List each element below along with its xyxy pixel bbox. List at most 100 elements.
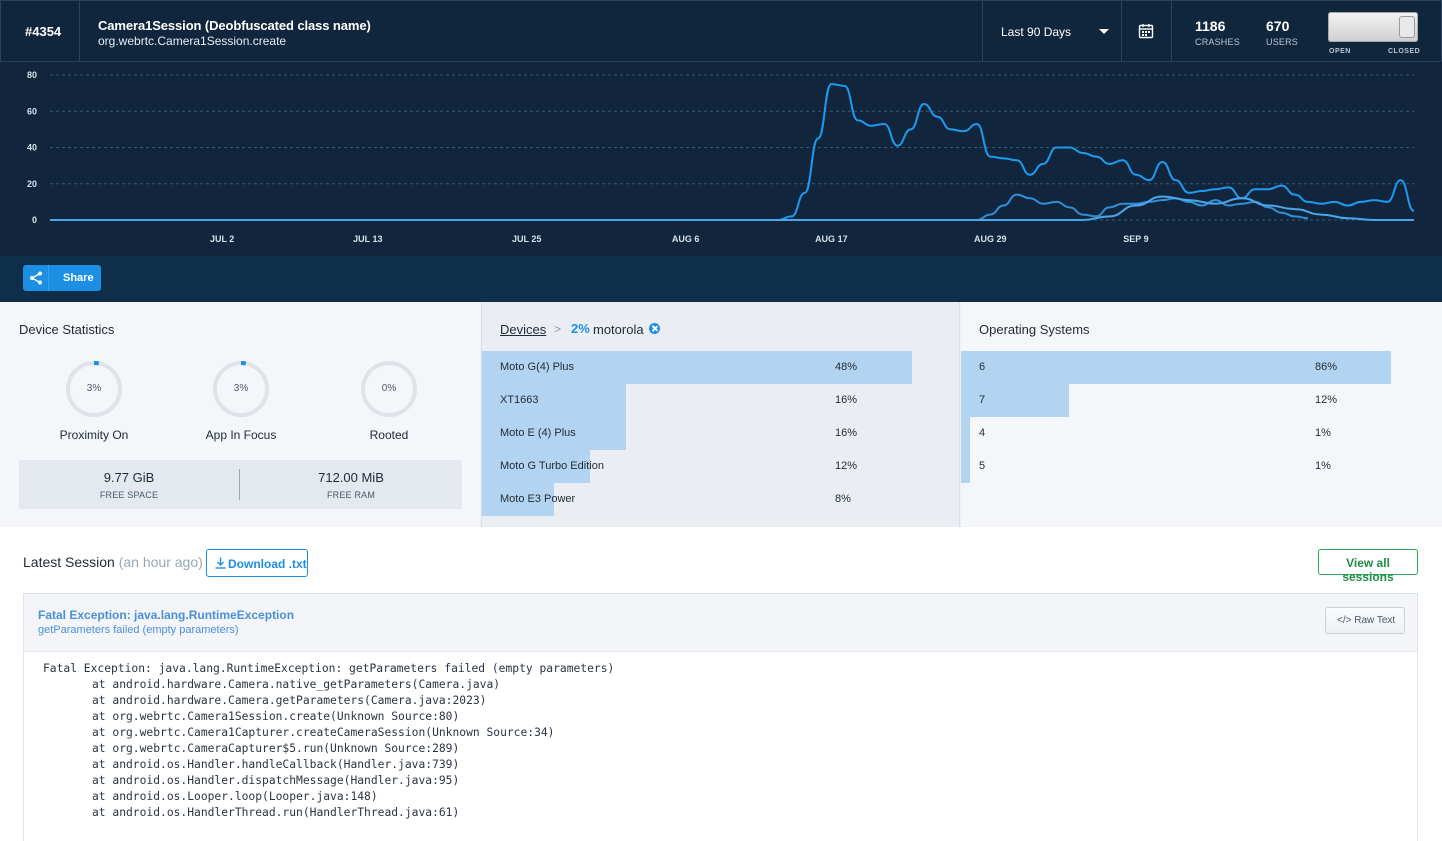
- os-row[interactable]: 7 12%: [961, 384, 1441, 417]
- device-row-pct: 48%: [835, 361, 858, 373]
- proximity-ring: 3%: [64, 359, 124, 419]
- device-row[interactable]: XT1663 16%: [482, 384, 962, 417]
- exception-subtitle: getParameters failed (empty parameters): [38, 624, 239, 636]
- x-tick-label: AUG 29: [974, 234, 1007, 244]
- share-label: Share: [63, 272, 94, 284]
- os-row-pct: 12%: [1315, 394, 1338, 406]
- memory-stats: 9.77 GiB FREE SPACE 712.00 MiB FREE RAM: [19, 460, 462, 509]
- download-txt-button[interactable]: Download .txt: [206, 549, 308, 577]
- stats-panels: Device Statistics 3% Proximity On 3% App…: [0, 302, 1442, 527]
- stack-line: at android.os.Looper.loop(Looper.java:14…: [92, 790, 378, 803]
- view-all-sessions-button[interactable]: View all sessions: [1318, 549, 1418, 584]
- crash-chart: 0 20 40 60 80 JUL 2 JUL 13 JUL 25 AUG 6 AUG 17 AUG…: [0, 62, 1442, 256]
- y-tick-label: 80: [27, 70, 37, 80]
- x-tick-label: JUL 13: [353, 234, 382, 244]
- exception-header: Fatal Exception: java.lang.RuntimeExcept…: [24, 594, 1417, 652]
- device-row-label: Moto G Turbo Edition: [500, 460, 604, 472]
- download-label: Download .txt: [228, 557, 307, 571]
- os-row-pct: 86%: [1315, 361, 1338, 373]
- share-button[interactable]: Share: [23, 265, 101, 291]
- series-line-1: [49, 83, 1415, 222]
- y-tick-label: 40: [27, 143, 37, 153]
- app-in-focus-ring: 3%: [211, 359, 271, 419]
- stack-line: at android.hardware.Camera.native_getPar…: [92, 678, 501, 691]
- devices-panel: Devices > 2% motorola Moto G(4) Plus 48% X…: [481, 302, 960, 527]
- raw-text-button[interactable]: </> Raw Text: [1325, 607, 1405, 634]
- latest-session-heading: Latest Session (an hour ago): [23, 554, 203, 570]
- os-row-label: 6: [979, 361, 986, 373]
- device-row-pct: 12%: [835, 460, 858, 472]
- date-range-label: Last 90 Days: [1001, 25, 1072, 39]
- stack-line: at android.hardware.Camera.getParameters…: [92, 694, 487, 707]
- filter-percentage: 2%: [571, 321, 590, 336]
- device-row[interactable]: Moto E3 Power 8%: [482, 483, 962, 516]
- latest-session-title: Latest Session: [23, 554, 115, 570]
- toggle-closed-label: CLOSED: [1388, 48, 1421, 55]
- y-tick-label: 60: [27, 106, 37, 116]
- device-statistics-title: Device Statistics: [19, 322, 115, 337]
- os-row-label: 5: [979, 460, 986, 472]
- chevron-down-icon: [1099, 29, 1109, 34]
- calendar-icon: [1138, 24, 1154, 39]
- issue-subtitle: org.webrtc.Camera1Session.create: [98, 34, 287, 48]
- users-count: 670: [1266, 18, 1290, 34]
- toggle-open-label: OPEN: [1329, 48, 1351, 55]
- device-row[interactable]: Moto E (4) Plus 16%: [482, 417, 962, 450]
- users-label: USERS: [1266, 37, 1299, 47]
- os-row-bar: [961, 384, 1069, 417]
- raw-text-label: </> Raw Text: [1337, 615, 1395, 626]
- os-row-pct: 1%: [1315, 427, 1331, 439]
- series-line-3: [49, 195, 1414, 222]
- y-tick-label: 20: [27, 179, 37, 189]
- device-row-pct: 8%: [835, 493, 851, 505]
- rooted-label: Rooted: [369, 428, 409, 442]
- x-tick-label: AUG 17: [815, 234, 848, 244]
- breadcrumb-separator: >: [554, 322, 562, 336]
- crash-chart-svg: 0 20 40 60 80 JUL 2 JUL 13 JUL 25 AUG 6 AUG 17 AUG…: [27, 70, 1415, 244]
- date-range-select[interactable]: Last 90 Days: [983, 1, 1121, 61]
- device-row[interactable]: Moto G(4) Plus 48%: [482, 351, 962, 384]
- issue-number: #4354: [25, 24, 62, 39]
- os-row[interactable]: 4 1%: [961, 417, 1441, 450]
- share-icon: [30, 271, 42, 285]
- close-icon[interactable]: [649, 323, 660, 334]
- free-ram-value: 712.00 MiB: [318, 470, 384, 485]
- app-in-focus-pct: 3%: [233, 383, 249, 394]
- free-space-label: FREE SPACE: [99, 490, 159, 500]
- breadcrumb-devices-link[interactable]: Devices: [500, 322, 546, 337]
- x-tick-label: JUL 25: [512, 234, 541, 244]
- os-row[interactable]: 5 1%: [961, 450, 1441, 483]
- os-row-pct: 1%: [1315, 460, 1331, 472]
- device-row-label: XT1663: [500, 394, 539, 406]
- x-tick-label: JUL 2: [210, 234, 234, 244]
- download-icon: [215, 557, 226, 569]
- proximity-pct: 3%: [86, 383, 102, 394]
- device-row-label: Moto E3 Power: [500, 493, 576, 505]
- stack-line: Fatal Exception: java.lang.RuntimeExcept…: [43, 662, 615, 675]
- os-row[interactable]: 6 86%: [961, 351, 1441, 384]
- raw-text-text: Raw Text: [1354, 615, 1396, 626]
- exception-title[interactable]: Fatal Exception: java.lang.RuntimeExcept…: [38, 608, 294, 622]
- share-bar: Share: [0, 256, 1442, 302]
- stack-line: at android.os.Handler.dispatchMessage(Ha…: [92, 774, 460, 787]
- x-tick-label: SEP 9: [1123, 234, 1148, 244]
- memory-divider: [239, 469, 240, 500]
- crashes-count: 1186: [1195, 18, 1226, 34]
- toggle-knob[interactable]: [1400, 17, 1414, 37]
- os-row-bar: [961, 450, 970, 483]
- latest-session-age: (an hour ago): [118, 554, 203, 570]
- issue-title: Camera1Session (Deobfuscated class name): [98, 18, 371, 33]
- y-tick-label: 0: [32, 215, 37, 225]
- rooted-ring: 0%: [359, 359, 419, 419]
- stack-line: at android.os.Handler.handleCallback(Han…: [92, 758, 460, 771]
- device-row-label: Moto G(4) Plus: [500, 361, 574, 373]
- open-closed-toggle[interactable]: [1328, 12, 1418, 42]
- app-in-focus-label: App In Focus: [205, 428, 277, 442]
- share-icon-box: [23, 265, 49, 291]
- device-row[interactable]: Moto G Turbo Edition 12%: [482, 450, 962, 483]
- os-row-label: 4: [979, 427, 986, 439]
- calendar-button[interactable]: [1122, 1, 1170, 61]
- series-line-2: [49, 193, 1309, 222]
- header-divider: [79, 1, 80, 61]
- header-divider: [1171, 1, 1172, 61]
